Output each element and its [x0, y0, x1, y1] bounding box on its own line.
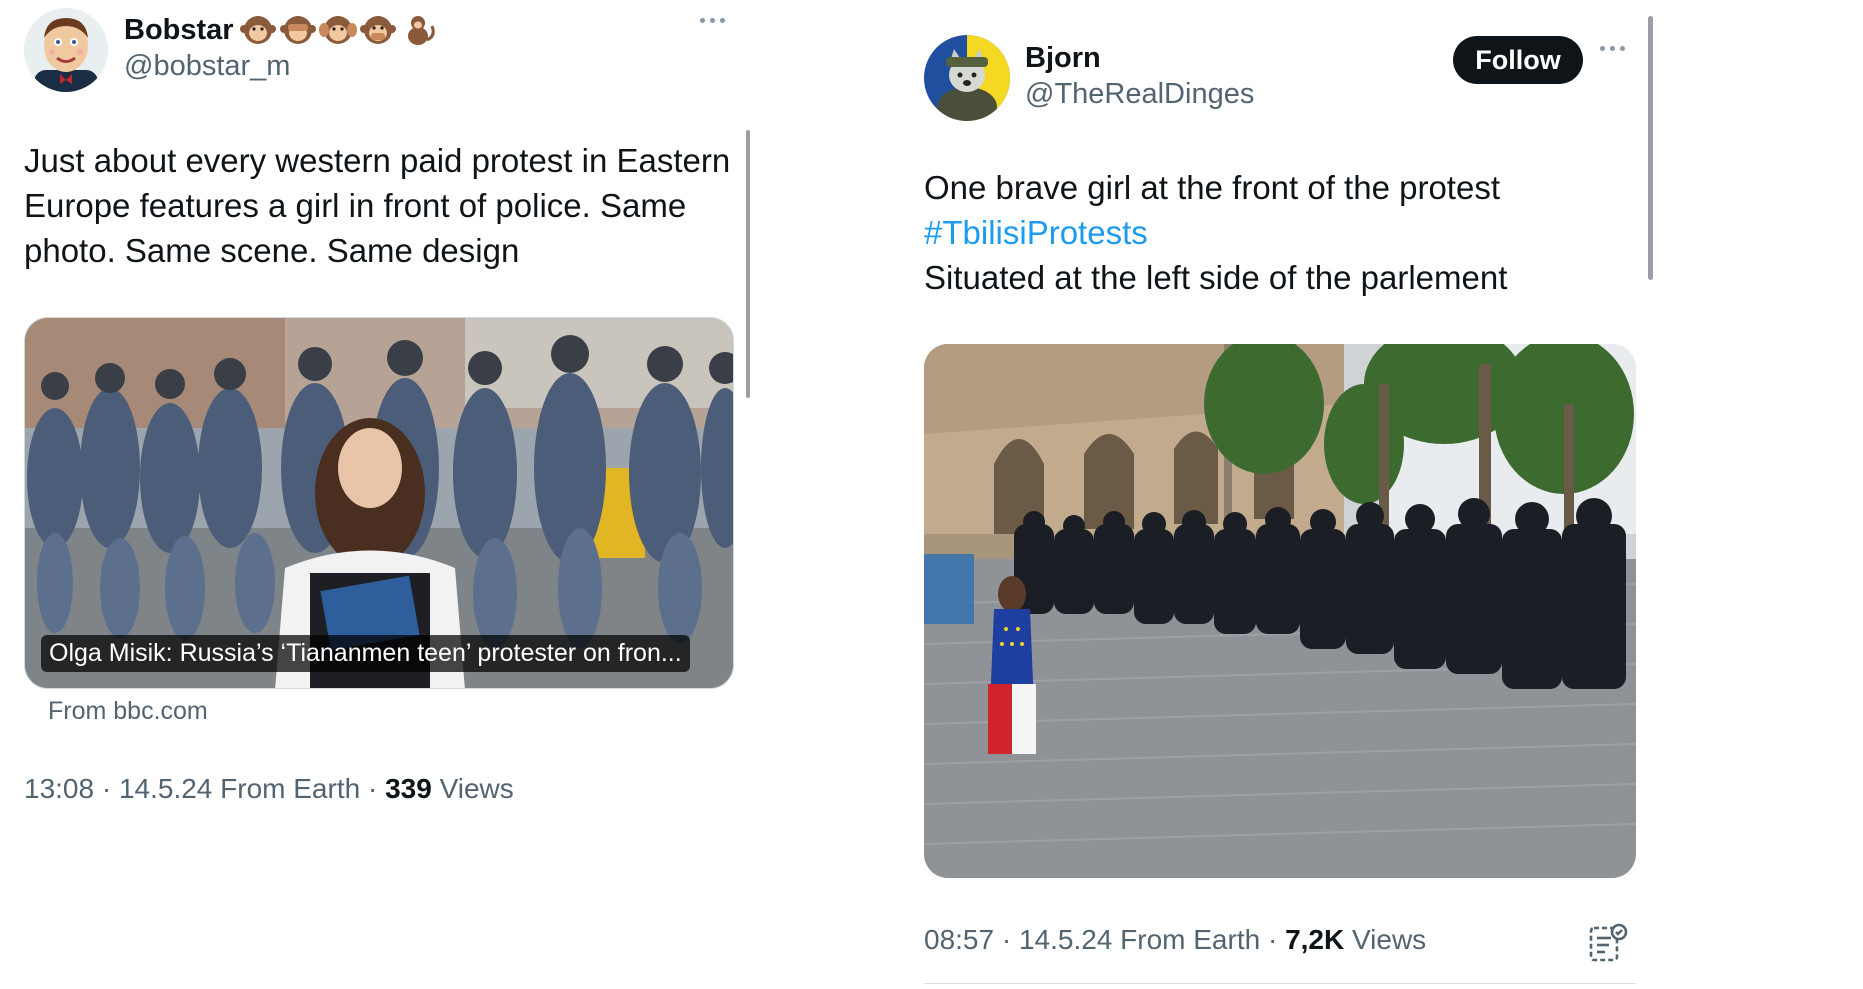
left-tweet-views-label: Views — [439, 773, 514, 804]
right-tweet-display-name[interactable]: Bjorn — [1025, 42, 1101, 75]
left-tweet-display-name[interactable]: Bobstar — [124, 14, 234, 47]
right-tweet-views-count: 7,2K — [1285, 924, 1345, 955]
more-horizontal-icon[interactable] — [1600, 46, 1625, 51]
right-tweet-text: One brave girl at the front of the prote… — [924, 165, 1624, 300]
divider — [924, 983, 1636, 984]
left-tweet-views-count: 339 — [385, 773, 432, 804]
right-tweet-photo[interactable] — [924, 344, 1636, 878]
right-scrollbar[interactable] — [1648, 16, 1653, 280]
left-scrollbar[interactable] — [746, 130, 750, 398]
right-tweet-text-line: One brave girl at the front of the prote… — [924, 169, 1500, 206]
left-tweet-handle[interactable]: @bobstar_m — [124, 50, 290, 83]
more-horizontal-icon[interactable] — [700, 18, 725, 23]
post-analytics-icon[interactable] — [1587, 922, 1629, 969]
link-card-photo — [25, 318, 733, 688]
left-tweet-text: Just about every western paid protest in… — [24, 142, 731, 269]
right-tweet-views-label: Views — [1352, 924, 1427, 955]
hashtag-link[interactable]: #TbilisiProtests — [924, 210, 1624, 255]
right-tweet-avatar[interactable] — [924, 35, 1010, 121]
left-tweet-name-emojis — [240, 12, 436, 48]
left-tweet-meta: 13:08 · 14.5.24 From Earth · 339 Views — [24, 773, 514, 805]
left-tweet-avatar[interactable] — [24, 8, 108, 92]
left-tweet-timestamp[interactable]: 13:08 · 14.5.24 From Earth · — [24, 773, 377, 804]
monkey-emoji-icons — [240, 16, 435, 45]
right-tweet-handle[interactable]: @TheRealDinges — [1025, 78, 1254, 111]
link-card-caption: Olga Misik: Russia’s ‘Tiananmen teen’ pr… — [41, 635, 690, 672]
right-tweet-timestamp[interactable]: 08:57 · 14.5.24 From Earth · — [924, 924, 1277, 955]
left-link-card[interactable]: Olga Misik: Russia’s ‘Tiananmen teen’ pr… — [24, 317, 734, 689]
right-tweet-text-line: Situated at the left side of the parleme… — [924, 259, 1508, 296]
follow-button[interactable]: Follow — [1453, 36, 1583, 84]
link-card-source[interactable]: From bbc.com — [48, 697, 208, 726]
right-tweet-meta: 08:57 · 14.5.24 From Earth · 7,2K Views — [924, 924, 1426, 956]
